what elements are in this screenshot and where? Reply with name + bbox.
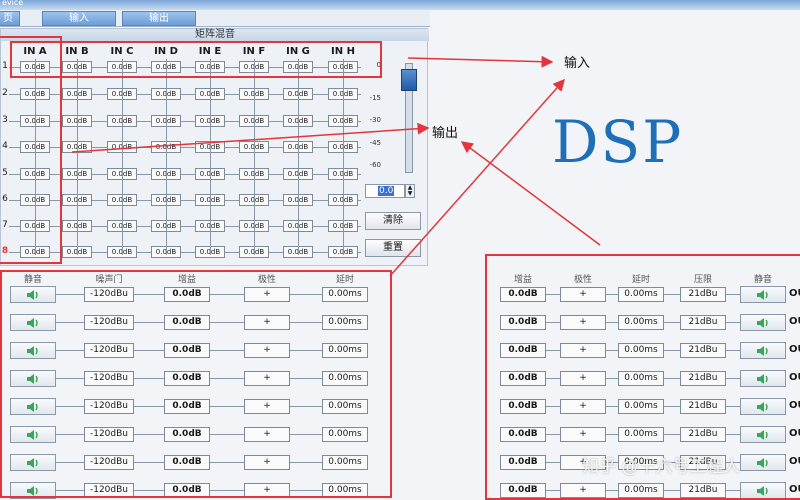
annotation-arrows [71,55,601,277]
output-annotation-label: 输出 [432,126,459,141]
input-arrow [407,55,554,68]
output-arrow [71,122,430,153]
input-panel-arrow [389,78,565,277]
watermark: 知乎 @十六号工程人 [582,457,741,477]
input-annotation-label: 输入 [564,56,591,71]
dsp-label: DSP [552,108,684,176]
